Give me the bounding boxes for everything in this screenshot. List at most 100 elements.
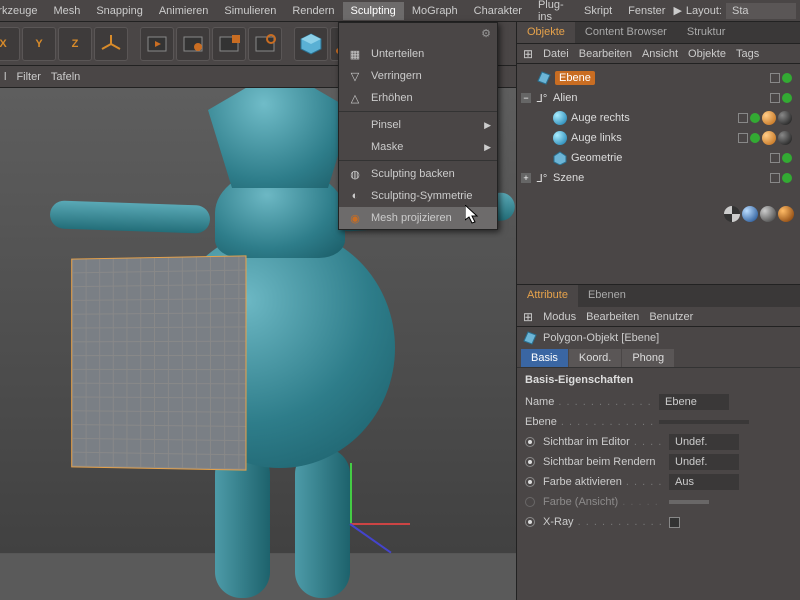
group-title: Basis-Eigenschaften	[525, 374, 792, 386]
attr-menu-user[interactable]: Benutzer	[649, 311, 693, 323]
render-pv-button[interactable]	[212, 27, 246, 61]
subbar-item-panels[interactable]: Tafeln	[51, 71, 80, 83]
menu-decrease-label: Verringern	[371, 70, 422, 82]
tab-attribute[interactable]: Attribute	[517, 285, 578, 307]
grid-icon[interactable]: ⊞	[523, 47, 533, 61]
material-icon[interactable]	[760, 206, 776, 222]
menu-item-11[interactable]: Fenster	[620, 2, 673, 20]
menu-item-2[interactable]: Snapping	[88, 2, 151, 20]
vis-toggle[interactable]	[770, 173, 780, 183]
render-settings-button[interactable]	[248, 27, 282, 61]
null-icon: ⅃°	[535, 171, 549, 185]
tab-layers[interactable]: Ebenen	[578, 285, 636, 307]
attr-menu-edit[interactable]: Bearbeiten	[586, 311, 639, 323]
menu-bake[interactable]: ◍ Sculpting backen	[339, 163, 497, 185]
material-tag[interactable]	[762, 131, 776, 145]
render-vis-field[interactable]: Undef.	[669, 454, 739, 470]
expander-icon[interactable]: +	[521, 173, 531, 183]
om-menu-view[interactable]: Ansicht	[642, 48, 678, 60]
om-menu-edit[interactable]: Bearbeiten	[579, 48, 632, 60]
material-icon[interactable]	[742, 206, 758, 222]
menu-increase[interactable]: △ Erhöhen	[339, 87, 497, 109]
layer-field[interactable]	[659, 420, 749, 424]
material-tag[interactable]	[778, 131, 792, 145]
render-toggle[interactable]	[782, 93, 792, 103]
cube-primitive-button[interactable]	[294, 27, 328, 61]
null-icon: ⅃°	[535, 91, 549, 105]
material-tag[interactable]	[778, 111, 792, 125]
color-enable-field[interactable]: Aus	[669, 474, 739, 490]
selected-plane-object[interactable]	[72, 256, 245, 469]
menu-item-7[interactable]: MoGraph	[404, 2, 466, 20]
attr-header: Polygon-Objekt [Ebene]	[517, 327, 800, 349]
menu-symmetry[interactable]: ◐ Sculpting-Symmetrie	[339, 185, 497, 207]
cursor-pointer-icon	[465, 205, 481, 225]
tree-row-auge-links[interactable]: Auge links	[521, 128, 796, 148]
tab-structure[interactable]: Struktur	[677, 22, 736, 43]
bake-icon: ◍	[347, 166, 363, 182]
menu-subdivide[interactable]: ▦ Unterteilen	[339, 43, 497, 65]
render-region-button[interactable]	[176, 27, 210, 61]
layout-selector[interactable]: Sta	[726, 3, 796, 19]
layout-label: Layout:	[686, 5, 722, 17]
subbar-item-filter[interactable]: Filter	[16, 71, 40, 83]
subtab-phong[interactable]: Phong	[622, 349, 674, 367]
tree-row-szene[interactable]: + ⅃° Szene	[521, 168, 796, 188]
tree-label: Auge links	[571, 132, 622, 144]
tree-label: Alien	[553, 92, 577, 104]
menu-brush[interactable]: Pinsel ▶	[339, 114, 497, 136]
tree-row-auge-rechts[interactable]: Auge rechts	[521, 108, 796, 128]
om-menu-objects[interactable]: Objekte	[688, 48, 726, 60]
vis-toggle[interactable]	[738, 133, 748, 143]
coord-system-button[interactable]	[94, 27, 128, 61]
vis-toggle[interactable]	[770, 73, 780, 83]
vis-toggle[interactable]	[770, 153, 780, 163]
grid-icon[interactable]: ⊞	[523, 310, 533, 324]
editor-vis-field[interactable]: Undef.	[669, 434, 739, 450]
tab-content-browser[interactable]: Content Browser	[575, 22, 677, 43]
om-menu-tags[interactable]: Tags	[736, 48, 759, 60]
vis-toggle[interactable]	[738, 113, 748, 123]
checker-icon[interactable]	[724, 206, 740, 222]
tree-row-geometrie[interactable]: Geometrie	[521, 148, 796, 168]
subtab-basis[interactable]: Basis	[521, 349, 568, 367]
menu-item-3[interactable]: Animieren	[151, 2, 217, 20]
menu-item-sculpting[interactable]: Sculpting	[343, 2, 404, 20]
material-icon[interactable]	[778, 206, 794, 222]
material-tag[interactable]	[762, 111, 776, 125]
menu-item-0[interactable]: Werkzeuge	[0, 2, 45, 20]
menu-decrease[interactable]: ▽ Verringern	[339, 65, 497, 87]
prop-label: Farbe (Ansicht)	[543, 496, 618, 508]
sphere-icon	[553, 111, 567, 125]
tree-row-alien[interactable]: − ⅃° Alien	[521, 88, 796, 108]
menu-item-5[interactable]: Rendern	[284, 2, 342, 20]
menu-item-8[interactable]: Charakter	[466, 2, 530, 20]
subbar-item-0[interactable]: l	[4, 71, 6, 83]
vis-toggle[interactable]	[770, 93, 780, 103]
axis-y-button[interactable]: Y	[22, 27, 56, 61]
axis-x-button[interactable]: X	[0, 27, 20, 61]
expander-icon[interactable]: −	[521, 93, 531, 103]
menu-item-4[interactable]: Simulieren	[216, 2, 284, 20]
radio-icon[interactable]	[525, 477, 535, 487]
render-button[interactable]	[140, 27, 174, 61]
tree-row-ebene[interactable]: Ebene	[521, 68, 796, 88]
tree-label: Geometrie	[571, 152, 622, 164]
name-field[interactable]: Ebene	[659, 394, 729, 410]
object-panel-menubar: ⊞ Datei Bearbeiten Ansicht Objekte Tags	[517, 44, 800, 64]
menu-item-1[interactable]: Mesh	[45, 2, 88, 20]
xray-checkbox[interactable]	[669, 517, 680, 528]
subtab-coord[interactable]: Koord.	[569, 349, 621, 367]
axis-z-button[interactable]: Z	[58, 27, 92, 61]
radio-icon[interactable]	[525, 517, 535, 527]
render-toggle[interactable]	[782, 73, 792, 83]
menu-item-10[interactable]: Skript	[576, 2, 620, 20]
layout-arrow-icon: ▶	[673, 4, 681, 17]
menu-mask[interactable]: Maske ▶	[339, 136, 497, 158]
radio-icon[interactable]	[525, 437, 535, 447]
om-menu-file[interactable]: Datei	[543, 48, 569, 60]
radio-icon[interactable]	[525, 457, 535, 467]
tab-objects[interactable]: Objekte	[517, 22, 575, 43]
attr-menu-mode[interactable]: Modus	[543, 311, 576, 323]
gear-icon[interactable]: ⚙	[481, 27, 491, 40]
